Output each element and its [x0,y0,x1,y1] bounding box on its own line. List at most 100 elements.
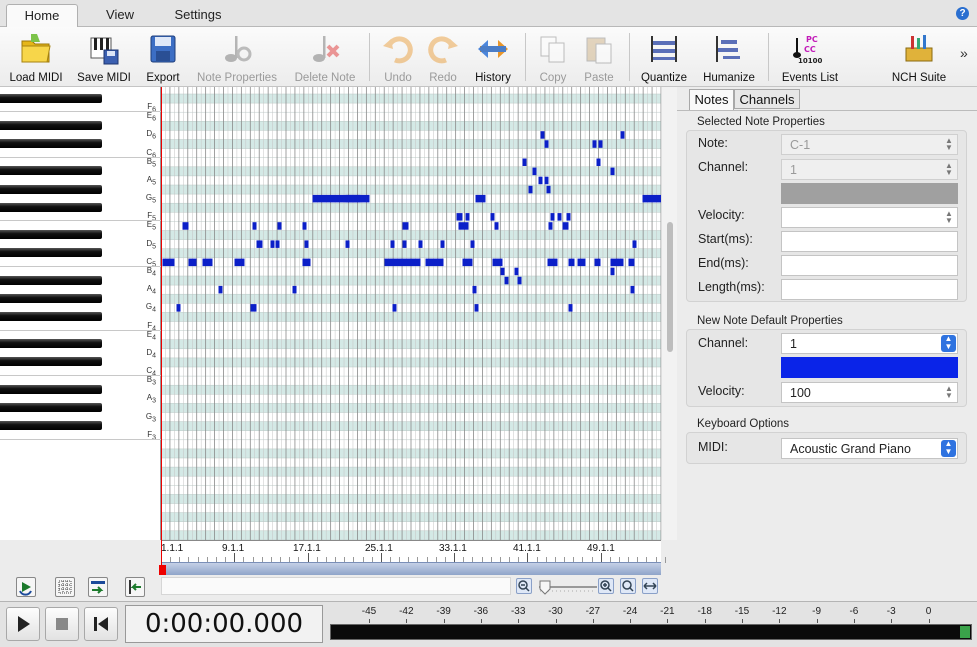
tab-channels[interactable]: Channels [734,89,800,109]
nch-suite-button[interactable]: NCH Suite [880,29,958,85]
tab-notes[interactable]: Notes [689,89,734,110]
vertical-scroll-thumb[interactable] [667,222,673,352]
paste-button[interactable]: Paste [576,29,622,85]
play-button[interactable] [6,607,40,641]
copy-button[interactable]: Copy [532,29,574,85]
zoom-out-icon[interactable] [516,578,532,594]
key-label-octave: 5 [152,243,156,251]
quantize-button[interactable]: Quantize [636,29,692,85]
black-key[interactable] [0,311,102,321]
midi-note [465,213,470,221]
loop-tool-button[interactable] [16,577,36,597]
note-grid[interactable] [161,87,661,540]
black-key[interactable] [0,230,102,239]
load-midi-button[interactable]: Load MIDI [4,29,68,85]
black-key[interactable] [0,339,102,349]
paste-icon [586,37,612,64]
toolbar-separator [629,33,630,81]
trim-tool-button[interactable] [125,577,145,597]
tab-home[interactable]: Home [6,4,78,28]
undo-button[interactable]: Undo [376,29,420,85]
black-key[interactable] [0,93,102,103]
new-velocity-stepper-icon[interactable]: ▲ ▼ [943,385,955,400]
toolbar-separator [525,33,526,81]
black-key[interactable] [0,402,102,412]
stop-icon [56,618,68,630]
velocity-stepper-icon[interactable]: ▲ ▼ [943,210,955,225]
black-key[interactable] [0,184,102,194]
new-velocity-input[interactable]: 100 ▲ ▼ [781,382,958,403]
tab-view[interactable]: View [86,4,154,27]
midi-note [594,258,601,267]
midi-note [234,258,245,267]
help-icon[interactable]: ? [956,7,969,20]
meter-scale-tick [742,619,743,623]
black-key[interactable] [0,202,102,212]
timeline-bar[interactable] [161,562,661,575]
midi-note [188,258,197,267]
key-label: A4 [147,284,156,297]
key-label-octave: 5 [152,161,156,169]
new-channel-select-arrows-icon: ▲ ▼ [941,335,956,352]
black-key[interactable] [0,120,102,130]
zoom-slider[interactable] [537,578,599,596]
save-midi-button[interactable]: Save MIDI [72,29,136,85]
new-channel-select[interactable]: 1 ▲ ▼ [781,333,958,354]
velocity-input[interactable]: ▲ ▼ [781,207,958,228]
toolbar-overflow-button[interactable]: » [960,45,968,61]
redo-button[interactable]: Redo [421,29,465,85]
midi-note [176,304,181,312]
export-button[interactable]: Export [138,29,188,85]
events-list-button[interactable]: PC CC 10100 Events List [776,29,844,85]
zoom-fit-icon[interactable] [620,578,636,594]
new-channel-color[interactable] [781,357,958,378]
midi-note [275,240,280,248]
snap-tool-button[interactable] [88,577,108,597]
midi-note [402,240,407,248]
start-input[interactable] [781,231,958,252]
midi-note [632,240,637,248]
midi-note [270,240,275,248]
black-key[interactable] [0,384,102,394]
midi-note [544,140,549,148]
midi-note [292,285,297,294]
new-channel-value: 1 [790,337,797,351]
black-key[interactable] [0,248,102,258]
horizontal-scrollbar[interactable] [161,577,511,595]
zoom-all-icon[interactable] [642,578,658,594]
toolbox-icon [905,35,933,62]
piano-roll[interactable]: F6 E6 D6 C6 B5 A5 G5 F5 E5 D5 C5 B4 A4 G4 F4 E4 D4 C4 B3 A3… [0,87,677,540]
black-key[interactable] [0,357,102,367]
black-key[interactable] [0,275,102,285]
playhead-marker[interactable] [159,565,166,575]
note-properties-button[interactable]: Note Properties [194,29,280,85]
black-key[interactable] [0,293,102,303]
humanize-icon [716,36,740,62]
timeline-ruler[interactable]: 1.1.1 9.1.1 17.1.1 25.1.1 33.1.1 41.1.1 49.1.1 [161,540,666,563]
channel-select[interactable]: 1 ▲ ▼ [781,159,958,180]
history-button[interactable]: History [470,29,516,85]
stop-button[interactable] [45,607,79,641]
vertical-scrollbar[interactable] [661,87,677,540]
key-label-octave: 3 [152,379,156,387]
length-input[interactable] [781,279,958,300]
humanize-button[interactable]: Humanize [700,29,758,85]
tab-settings[interactable]: Settings [160,4,236,27]
black-key[interactable] [0,421,102,431]
piano-keyboard[interactable]: F6 E6 D6 C6 B5 A5 G5 F5 E5 D5 C5 B4 A4 G4 F4 E4 D4 C4 B3 A3… [0,87,161,540]
black-key[interactable] [0,166,102,176]
midi-note [440,240,445,248]
key-label: E6 [147,111,156,124]
grid-tool-button[interactable] [55,577,75,597]
zoom-in-icon[interactable] [598,578,614,594]
save-piano-icon [90,37,119,65]
rewind-to-start-button[interactable] [84,607,118,641]
midi-note [547,258,558,267]
delete-note-button[interactable]: Delete Note [290,29,360,85]
midi-instrument-select[interactable]: Acoustic Grand Piano ▲ ▼ [781,438,958,459]
midi-note [628,258,635,267]
end-input[interactable] [781,255,958,276]
note-select[interactable]: C-1 ▲ ▼ [781,134,958,155]
midi-note [517,276,522,285]
black-key[interactable] [0,139,102,148]
